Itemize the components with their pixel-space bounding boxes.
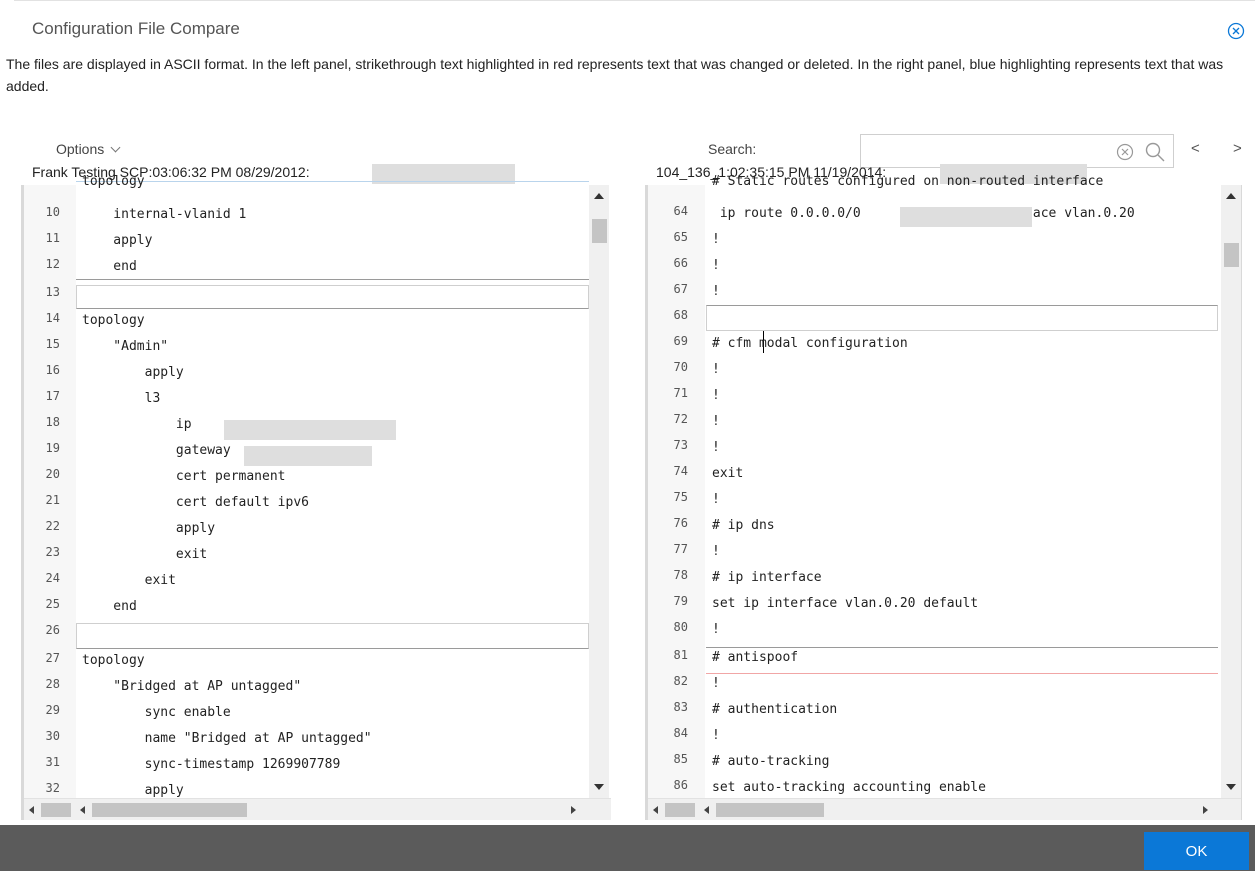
scroll-down-icon[interactable] xyxy=(594,784,604,790)
right-file-panel[interactable]: # Static routes configured on non-routed… xyxy=(645,174,1242,820)
dialog-description: The files are displayed in ASCII format.… xyxy=(6,56,1224,94)
left-diff-spacer xyxy=(76,285,589,309)
ok-button[interactable]: OK xyxy=(1144,832,1249,870)
scroll-down-icon[interactable] xyxy=(1226,784,1236,790)
dialog-title: Configuration File Compare xyxy=(32,19,240,38)
top-divider xyxy=(14,0,1255,1)
scroll-left-icon[interactable] xyxy=(29,806,34,814)
scroll-left-icon[interactable] xyxy=(653,806,658,814)
scroll-left-icon[interactable] xyxy=(80,806,85,814)
search-label: Search: xyxy=(708,141,757,157)
options-label: Options xyxy=(56,141,105,157)
left-file-label: Frank Testing SCP:03:06:32 PM 08/29/2012… xyxy=(32,164,310,180)
right-diff-rule xyxy=(706,647,1218,648)
right-vertical-scrollbar[interactable] xyxy=(1221,185,1241,798)
gutter-scroll-thumb[interactable] xyxy=(665,803,695,817)
dialog-footer xyxy=(0,825,1255,871)
scroll-thumb[interactable] xyxy=(1224,243,1239,267)
redacted-ip xyxy=(224,420,396,440)
left-file-panel[interactable]: topology 10 internal-vlanid 1 11 apply 1… xyxy=(21,174,611,820)
scroll-right-icon[interactable] xyxy=(571,806,576,814)
next-match-button[interactable]: > xyxy=(1233,140,1242,157)
chevron-down-icon xyxy=(110,142,121,153)
scroll-left-icon[interactable] xyxy=(704,806,709,814)
scroll-right-icon[interactable] xyxy=(1203,806,1208,814)
search-box xyxy=(860,134,1174,168)
right-diff-rule-added xyxy=(706,673,1218,674)
left-diff-spacer xyxy=(76,623,589,649)
scroll-up-icon[interactable] xyxy=(1226,193,1236,199)
left-vertical-scrollbar[interactable] xyxy=(589,185,609,798)
scroll-thumb[interactable] xyxy=(92,803,247,817)
scroll-thumb[interactable] xyxy=(592,219,607,243)
close-icon[interactable] xyxy=(1227,22,1245,40)
left-horizontal-scrollbar[interactable] xyxy=(24,798,611,820)
redacted-route-target xyxy=(900,207,1032,227)
clear-search-icon[interactable] xyxy=(1116,143,1134,161)
scroll-thumb[interactable] xyxy=(716,803,824,817)
right-diff-spacer xyxy=(706,305,1218,331)
previous-match-button[interactable]: < xyxy=(1191,140,1200,157)
scroll-up-icon[interactable] xyxy=(594,193,604,199)
search-icon[interactable] xyxy=(1144,141,1166,163)
right-horizontal-scrollbar[interactable] xyxy=(648,798,1241,820)
search-input[interactable] xyxy=(865,139,1105,163)
redacted-gateway xyxy=(244,446,372,466)
gutter-scroll-thumb[interactable] xyxy=(41,803,71,817)
options-dropdown[interactable]: Options xyxy=(56,141,121,157)
left-diff-block-top xyxy=(76,181,589,280)
